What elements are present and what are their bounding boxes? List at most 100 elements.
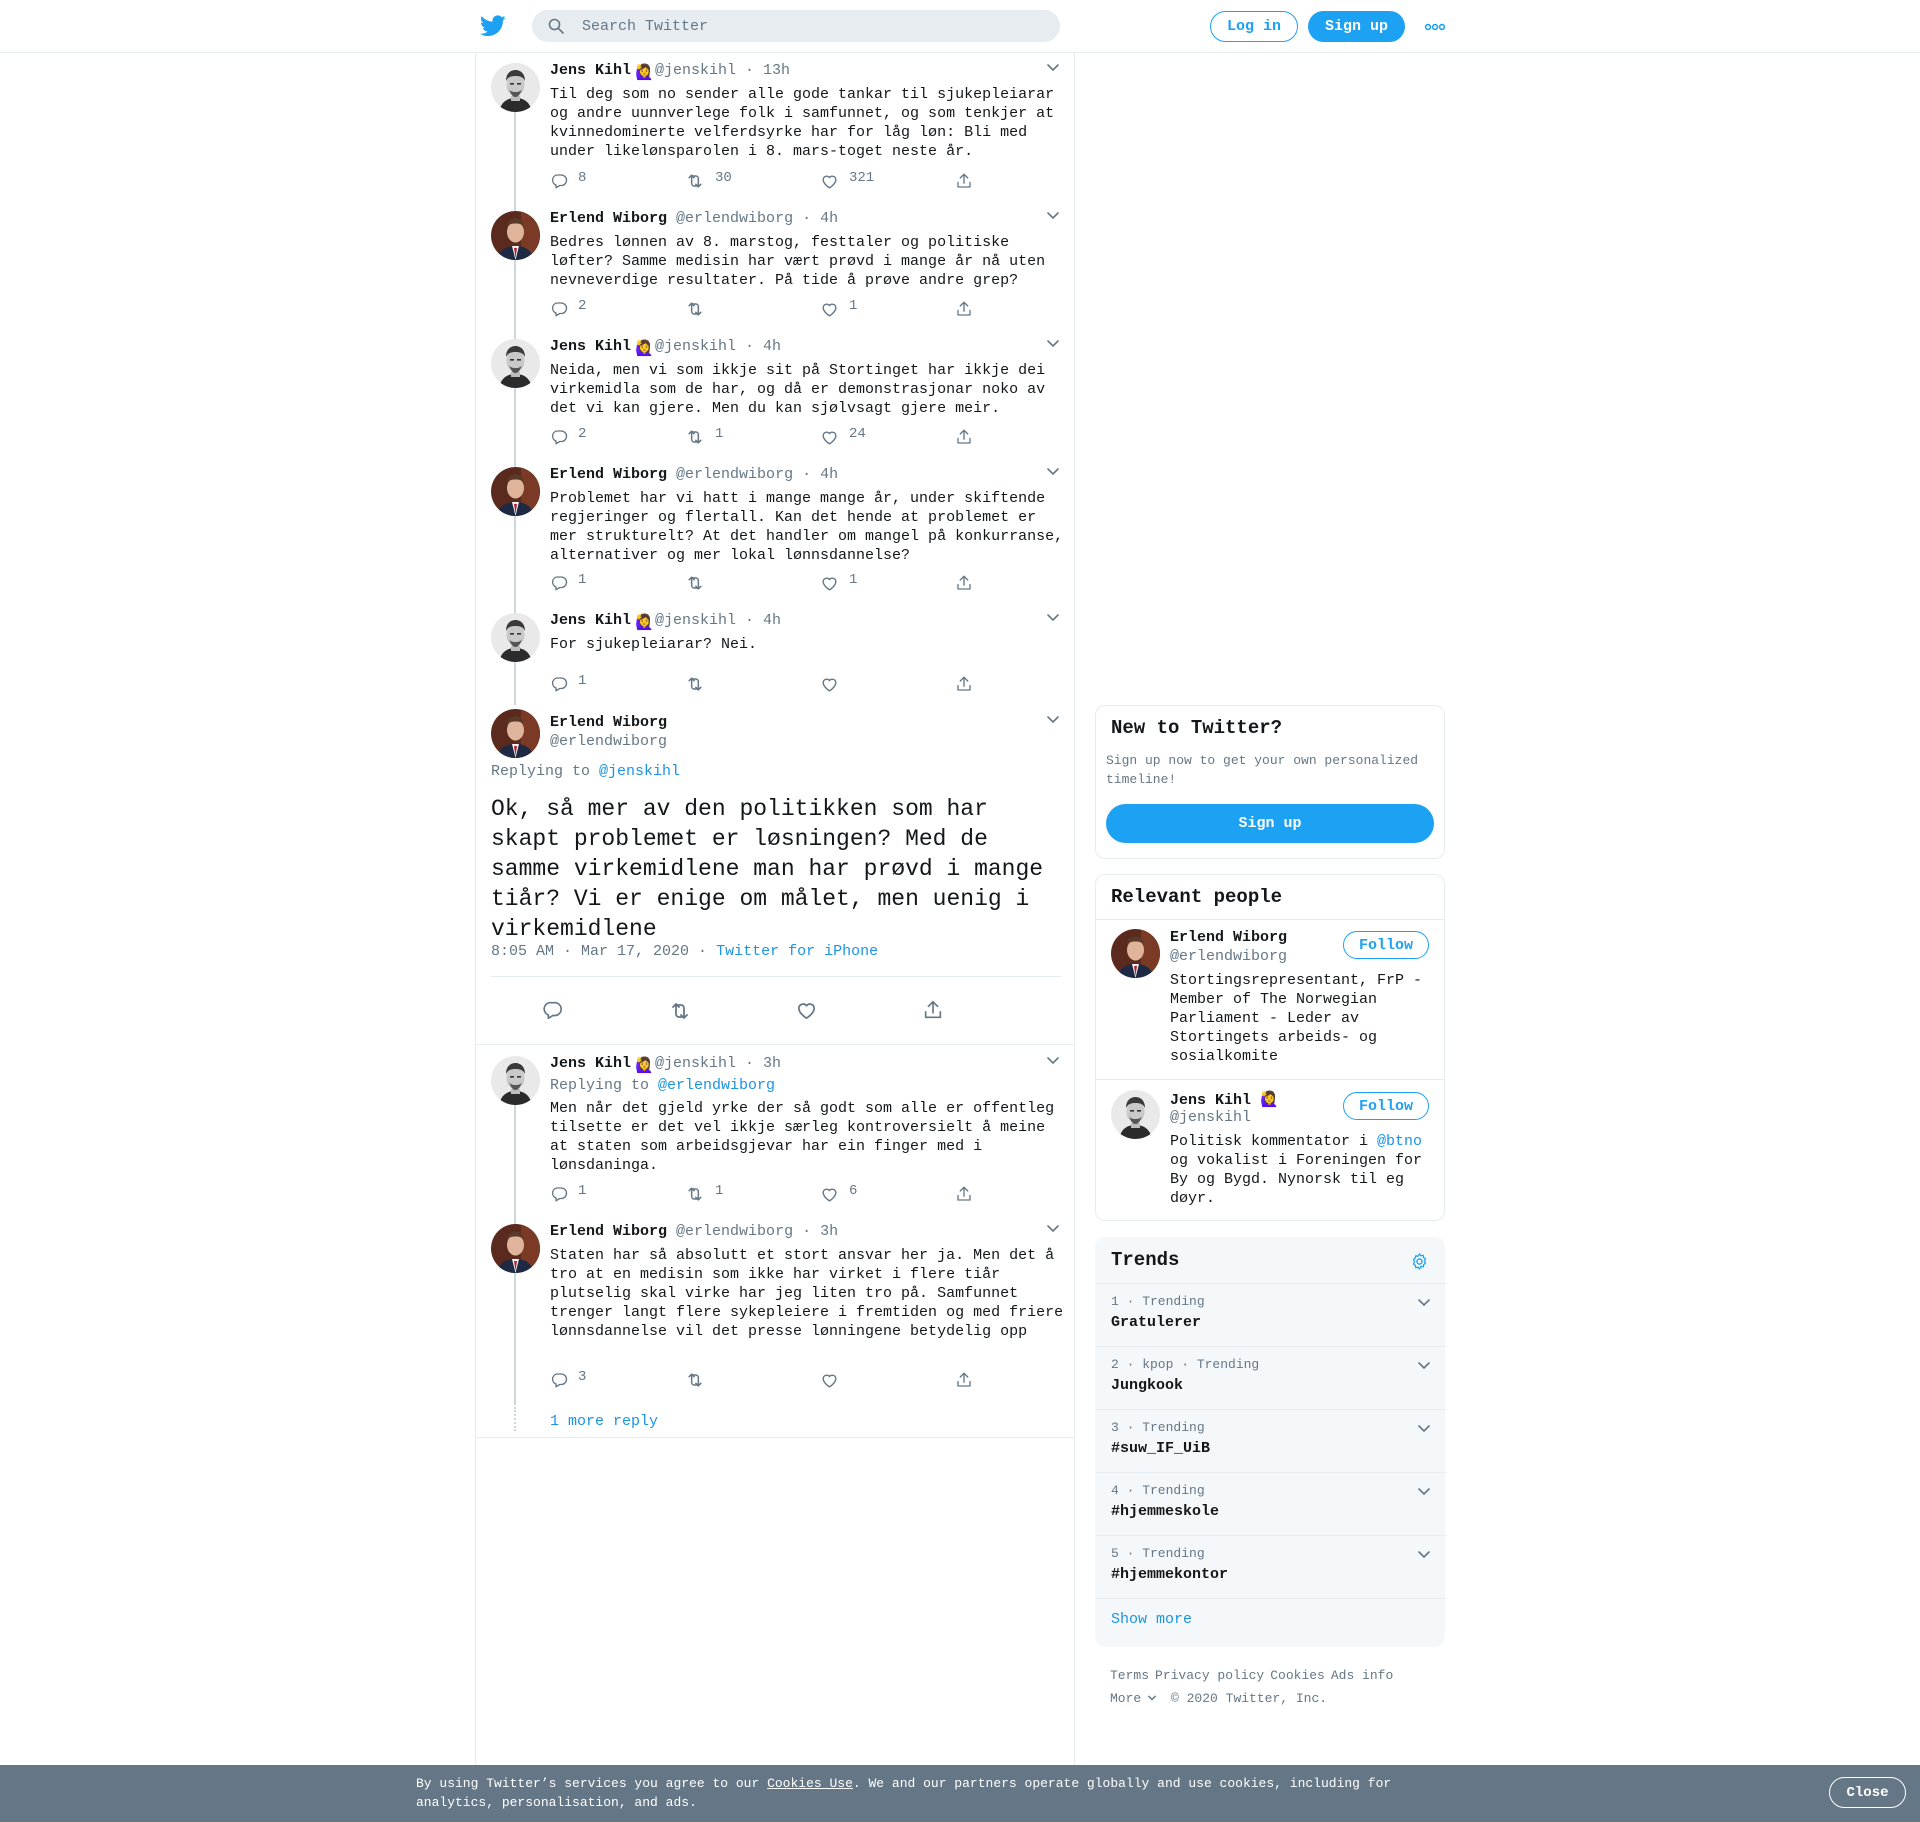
chevron-down-icon[interactable] — [1046, 1056, 1060, 1066]
chevron-down-icon[interactable] — [1046, 467, 1060, 477]
author-name[interactable]: Jens Kihl — [550, 62, 631, 79]
show-more-link[interactable]: Show more — [1111, 1611, 1192, 1628]
like-action[interactable]: 1 — [820, 298, 857, 320]
bio-mention-link[interactable]: @btno — [1377, 1133, 1422, 1150]
retweet-icon[interactable] — [668, 999, 692, 1023]
heart-icon[interactable] — [795, 999, 818, 1022]
chevron-down-icon[interactable] — [1046, 63, 1060, 73]
reply-action[interactable]: 8 — [550, 170, 586, 192]
signup-button[interactable]: Sign up — [1308, 11, 1405, 42]
tweet-source[interactable]: Twitter for iPhone — [716, 943, 878, 960]
trend-item[interactable]: 3 · Trending #suw_IF_UiB — [1096, 1409, 1446, 1472]
avatar[interactable] — [1111, 1090, 1160, 1139]
share-action[interactable] — [955, 426, 983, 448]
reply-tweet[interactable]: Jens Kihl 🙋‍♀️@jenskihl · 3h Replying to … — [476, 1046, 1074, 1214]
trend-name[interactable]: Gratulerer — [1111, 1314, 1201, 1331]
more-dots-icon[interactable] — [1424, 18, 1446, 34]
reply-action[interactable]: 2 — [550, 426, 586, 448]
author-handle[interactable]: @jenskihl — [655, 1055, 736, 1072]
trend-name[interactable]: #hjemmeskole — [1111, 1503, 1219, 1520]
author-handle[interactable]: @erlendwiborg — [676, 466, 793, 483]
avatar[interactable] — [491, 709, 540, 758]
conversation-tweet[interactable]: Erlend Wiborg @erlendwiborg · 4h Bedres … — [476, 201, 1074, 329]
person-handle[interactable]: @erlendwiborg — [1170, 948, 1287, 965]
person-handle[interactable]: @jenskihl — [1170, 1109, 1251, 1126]
footer-link-cookies[interactable]: Cookies — [1270, 1668, 1325, 1683]
footer-more[interactable]: More — [1110, 1691, 1157, 1706]
chevron-down-icon[interactable] — [1046, 613, 1060, 623]
author-handle[interactable]: @jenskihl — [655, 62, 736, 79]
chevron-down-icon[interactable] — [1417, 1550, 1431, 1560]
retweet-action[interactable] — [685, 1369, 715, 1391]
cookies-use-link[interactable]: Cookies Use — [767, 1776, 853, 1791]
tweet-time[interactable]: · 4h — [745, 612, 781, 629]
gear-icon[interactable] — [1410, 1252, 1429, 1271]
chevron-down-icon[interactable] — [1417, 1298, 1431, 1308]
replying-to-handle[interactable]: @jenskihl — [599, 763, 680, 780]
conversation-tweet[interactable]: Jens Kihl 🙋‍♀️@jenskihl · 4h Neida, men v… — [476, 329, 1074, 457]
chevron-down-icon[interactable] — [1417, 1487, 1431, 1497]
footer-link-terms[interactable]: Terms — [1110, 1668, 1149, 1683]
author-name[interactable]: Erlend Wiborg — [550, 210, 667, 227]
retweet-action[interactable] — [685, 572, 715, 594]
trend-item[interactable]: 5 · Trending #hjemmekontor — [1096, 1535, 1446, 1598]
author-name[interactable]: Jens Kihl — [550, 1055, 631, 1072]
footer-link-ads-info[interactable]: Ads info — [1331, 1668, 1393, 1683]
chevron-down-icon[interactable] — [1046, 1224, 1060, 1234]
footer-link-privacy[interactable]: Privacy policy — [1155, 1668, 1264, 1683]
person-name[interactable]: Erlend Wiborg — [1170, 929, 1287, 946]
trend-name[interactable]: Jungkook — [1111, 1377, 1183, 1394]
author-name[interactable]: Jens Kihl — [550, 338, 631, 355]
like-action[interactable]: 6 — [820, 1183, 857, 1205]
avatar[interactable] — [491, 339, 540, 388]
share-action[interactable] — [955, 1369, 983, 1391]
chevron-down-icon[interactable] — [1417, 1424, 1431, 1434]
author-handle[interactable]: @jenskihl — [655, 338, 736, 355]
trend-item[interactable]: 4 · Trending #hjemmeskole — [1096, 1472, 1446, 1535]
avatar[interactable] — [491, 1056, 540, 1105]
share-action[interactable] — [955, 673, 983, 695]
trend-name[interactable]: #hjemmekontor — [1111, 1566, 1228, 1583]
tweet-time[interactable]: · 3h — [745, 1055, 781, 1072]
avatar[interactable] — [491, 1224, 540, 1273]
login-button[interactable]: Log in — [1210, 11, 1298, 42]
share-action[interactable] — [955, 572, 983, 594]
trend-item[interactable]: 1 · Trending Gratulerer — [1096, 1283, 1446, 1346]
author-handle[interactable]: @erlendwiborg — [676, 210, 793, 227]
share-icon[interactable] — [922, 999, 944, 1021]
person-name[interactable]: Jens Kihl — [1170, 1092, 1251, 1109]
like-action[interactable]: 1 — [820, 572, 857, 594]
reply-action[interactable]: 2 — [550, 298, 586, 320]
more-replies-link[interactable]: 1 more reply — [476, 1405, 1074, 1438]
author-handle[interactable]: @erlendwiborg — [676, 1223, 793, 1240]
retweet-action[interactable]: 1 — [685, 1183, 723, 1205]
author-name[interactable]: Erlend Wiborg — [550, 466, 667, 483]
tweet-time[interactable]: · 4h — [745, 338, 781, 355]
signup-button[interactable]: Sign up — [1106, 804, 1434, 843]
retweet-action[interactable]: 30 — [685, 170, 732, 192]
like-action[interactable] — [820, 1369, 849, 1391]
trend-item[interactable]: 2 · kpop · Trending Jungkook — [1096, 1346, 1446, 1409]
conversation-tweet[interactable]: Jens Kihl 🙋‍♀️@jenskihl · 13h Til deg som… — [476, 53, 1074, 201]
author-name[interactable]: Erlend Wiborg — [550, 1223, 667, 1240]
author-handle[interactable]: @jenskihl — [655, 612, 736, 629]
share-action[interactable] — [955, 298, 983, 320]
reply-tweet[interactable]: Erlend Wiborg @erlendwiborg · 3h Staten … — [476, 1214, 1074, 1405]
tweet-timestamp[interactable]: 8:05 AM · Mar 17, 2020 — [491, 943, 689, 960]
reply-action[interactable]: 3 — [550, 1369, 586, 1391]
conversation-tweet[interactable]: Jens Kihl 🙋‍♀️@jenskihl · 4h For sjukeple… — [476, 603, 1074, 705]
reply-action[interactable]: 1 — [550, 673, 586, 695]
reply-action[interactable]: 1 — [550, 572, 586, 594]
follow-button[interactable]: Follow — [1343, 1092, 1429, 1120]
like-action[interactable]: 24 — [820, 426, 866, 448]
tweet-time[interactable]: · 4h — [802, 466, 838, 483]
retweet-action[interactable]: 1 — [685, 426, 723, 448]
retweet-action[interactable] — [685, 298, 715, 320]
tweet-time[interactable]: · 3h — [802, 1223, 838, 1240]
follow-button[interactable]: Follow — [1343, 931, 1429, 959]
tweet-time[interactable]: · 4h — [802, 210, 838, 227]
avatar[interactable] — [1111, 929, 1160, 978]
share-action[interactable] — [955, 1183, 983, 1205]
like-action[interactable]: 321 — [820, 170, 874, 192]
avatar[interactable] — [491, 63, 540, 112]
